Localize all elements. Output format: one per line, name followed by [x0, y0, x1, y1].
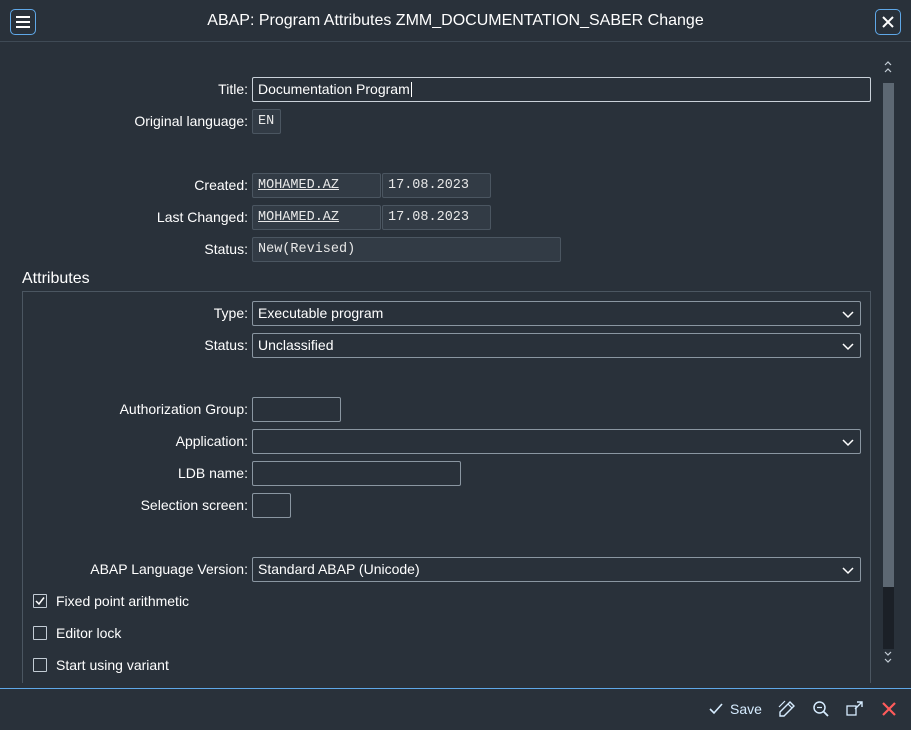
attr-status-dropdown-value: Unclassified [258, 337, 334, 353]
content-area: Title: Documentation Program Original la… [0, 43, 880, 683]
title-input-value: Documentation Program [258, 81, 410, 97]
window-title: ABAP: Program Attributes ZMM_DOCUMENTATI… [207, 12, 704, 29]
search-icon[interactable] [810, 698, 832, 720]
original-language-label: Original language: [134, 113, 248, 129]
type-label: Type: [213, 305, 248, 321]
program-status-field: New(Revised) [252, 237, 561, 262]
original-language-field: EN [252, 109, 281, 134]
application-dropdown[interactable] [252, 429, 861, 454]
expand-icon[interactable] [844, 698, 866, 720]
application-label: Application: [175, 433, 248, 449]
save-button[interactable]: Save [708, 697, 762, 721]
chevron-down-icon [842, 311, 854, 319]
title-bar: ABAP: Program Attributes ZMM_DOCUMENTATI… [0, 0, 911, 42]
save-check-icon [709, 703, 723, 715]
editor-lock-row[interactable]: Editor lock [33, 623, 121, 643]
ldb-name-label: LDB name: [177, 465, 248, 481]
cancel-icon[interactable] [878, 698, 900, 720]
attributes-section-title: Attributes [22, 270, 90, 287]
scroll-down-icon[interactable] [880, 647, 896, 667]
start-using-variant-row[interactable]: Start using variant [33, 655, 169, 675]
last-changed-date-field: 17.08.2023 [382, 205, 491, 230]
selection-screen-label: Selection screen: [140, 497, 248, 513]
fixed-point-arithmetic-label: Fixed point arithmetic [56, 593, 190, 609]
fixed-point-arithmetic-checkbox[interactable] [33, 594, 47, 608]
ldb-name-input[interactable] [252, 461, 461, 486]
save-button-label: Save [730, 701, 762, 717]
close-icon[interactable] [875, 9, 901, 35]
abap-language-version-label: ABAP Language Version: [90, 561, 248, 577]
abap-language-version-value: Standard ABAP (Unicode) [258, 561, 420, 577]
title-label: Title: [218, 81, 248, 97]
text-cursor [410, 82, 412, 97]
abap-language-version-dropdown[interactable]: Standard ABAP (Unicode) [252, 557, 861, 582]
start-using-variant-checkbox[interactable] [33, 658, 47, 672]
last-changed-label: Last Changed: [156, 209, 248, 225]
chevron-down-icon [842, 567, 854, 575]
chevron-down-icon [842, 439, 854, 447]
scrollbar-thumb[interactable] [883, 83, 894, 587]
vertical-scrollbar[interactable] [880, 53, 896, 673]
footer-toolbar: Save [0, 688, 911, 730]
authorization-group-input[interactable] [252, 397, 341, 422]
fixed-point-arithmetic-row[interactable]: Fixed point arithmetic [33, 591, 189, 611]
attr-status-dropdown[interactable]: Unclassified [252, 333, 861, 358]
authorization-group-label: Authorization Group: [119, 401, 248, 417]
editor-lock-label: Editor lock [56, 625, 122, 641]
chevron-down-icon [842, 343, 854, 351]
display-change-icon[interactable] [776, 698, 798, 720]
attr-status-label: Status: [204, 337, 248, 353]
start-using-variant-label: Start using variant [56, 657, 169, 673]
scroll-up-icon[interactable] [880, 57, 896, 77]
created-label: Created: [194, 177, 248, 193]
editor-lock-checkbox[interactable] [33, 626, 47, 640]
type-dropdown-value: Executable program [258, 305, 384, 321]
created-date-field: 17.08.2023 [382, 173, 491, 198]
created-by-link[interactable]: MOHAMED.AZ [252, 173, 381, 198]
last-changed-by-link[interactable]: MOHAMED.AZ [252, 205, 381, 230]
type-dropdown[interactable]: Executable program [252, 301, 861, 326]
checkmark-icon [35, 597, 45, 606]
program-status-label: Status: [204, 241, 248, 257]
title-input[interactable]: Documentation Program [252, 77, 871, 102]
selection-screen-input[interactable] [252, 493, 291, 518]
